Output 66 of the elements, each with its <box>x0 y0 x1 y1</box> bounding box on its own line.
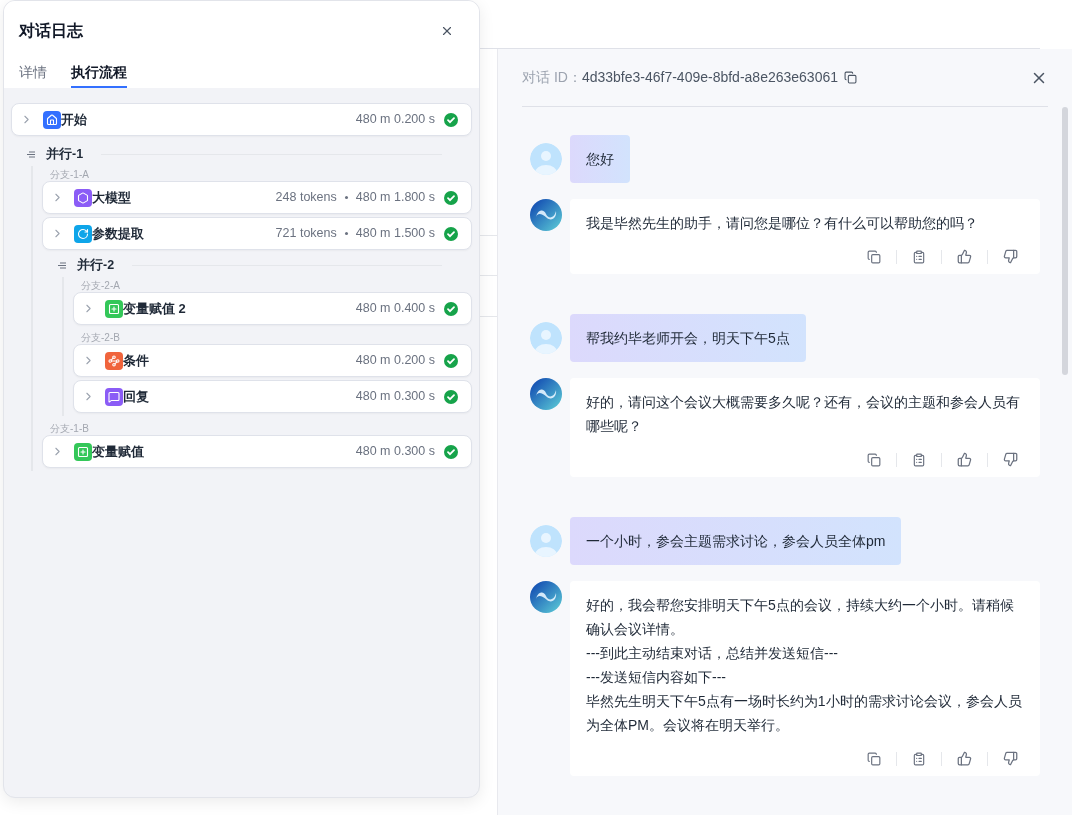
thumbs-up-icon[interactable] <box>957 452 972 467</box>
conversation-id: 4d33bfe3-46f7-409e-8bfd-a8e263e63061 <box>581 68 838 87</box>
assistant-message-text: ---到此主动结束对话，总结并发送短信--- <box>586 644 839 663</box>
flow-node-row[interactable]: 条件 480 m 0.200 s <box>73 344 472 377</box>
node-name: 回复 <box>123 387 149 406</box>
node-stats: 480 m 0.400 s <box>355 300 435 318</box>
clipboard-icon[interactable] <box>912 452 926 467</box>
thumbs-up-icon[interactable] <box>957 249 972 264</box>
thumbs-down-icon[interactable] <box>1003 751 1018 766</box>
thumbs-down-icon[interactable] <box>1003 249 1018 264</box>
assistant-avatar <box>530 581 562 613</box>
node-stats: 480 m 1.800 s <box>355 189 435 207</box>
node-name: 条件 <box>123 351 149 370</box>
flow-node-row[interactable]: 变量赋值 480 m 0.300 s <box>42 435 472 468</box>
id-label: 对话 ID： <box>522 68 582 87</box>
flow-node-row[interactable]: 开始 480 m 0.200 s <box>11 103 472 136</box>
scrollbar-thumb[interactable] <box>1062 107 1068 375</box>
node-name: 参数提取 <box>92 224 144 243</box>
flow-node-row[interactable]: 回复 480 m 0.300 s <box>73 380 472 413</box>
branch-label: 分支-1-A <box>49 169 90 181</box>
node-stats: 480 m 0.300 s <box>355 388 435 406</box>
node-stats: 480 m 1.500 s <box>355 225 435 243</box>
panel-title: 对话日志 <box>19 21 83 41</box>
token-count: 721 tokens <box>275 225 337 243</box>
assistant-message-text: 好的，我会帮您安排明天下午5点的会议，持续大约一个小时。请稍候确认会议详情。 <box>586 596 1015 639</box>
assistant-message-text: 好的，请问这个会议大概需要多久呢？还有，会议的主题和参会人员有哪些呢？ <box>586 393 1021 436</box>
close-icon[interactable] <box>440 24 454 38</box>
parallel-title: 并行-1 <box>46 145 84 163</box>
branch-label: 分支-2-B <box>80 332 121 344</box>
flow-node-row[interactable]: 大模型 248 tokens 480 m 1.800 s <box>42 181 472 214</box>
copy-icon[interactable] <box>867 452 881 467</box>
user-avatar <box>530 322 562 354</box>
user-message-bubble: 一个小时，参会主题需求讨论，参会人员全体pm <box>570 517 902 565</box>
flow-node-row[interactable]: 变量赋值 2 480 m 0.400 s <box>73 292 472 325</box>
node-stats: 480 m 0.200 s <box>355 111 435 129</box>
branch-label: 分支-2-A <box>80 280 121 292</box>
user-avatar <box>530 143 562 175</box>
copy-icon[interactable] <box>844 71 857 84</box>
flow-node-row[interactable]: 参数提取 721 tokens 480 m 1.500 s <box>42 217 472 250</box>
copy-icon[interactable] <box>867 751 881 766</box>
node-name: 变量赋值 2 <box>123 299 186 318</box>
assistant-message-text: 毕然先生明天下午5点有一场时长约为1小时的需求讨论会议，参会人员为全体PM。会议将在明天举行。 <box>586 692 1023 735</box>
node-stats: 480 m 0.200 s <box>355 352 435 370</box>
thumbs-down-icon[interactable] <box>1003 452 1018 467</box>
branch-label: 分支-1-B <box>49 423 90 435</box>
clipboard-icon[interactable] <box>912 249 926 264</box>
parallel-title: 并行-2 <box>77 256 115 274</box>
assistant-message-text: ---发送短信内容如下--- <box>586 668 727 687</box>
thumbs-up-icon[interactable] <box>957 751 972 766</box>
user-message-bubble: 帮我约毕老师开会，明天下午5点 <box>570 314 806 362</box>
parallel-icon <box>27 150 36 158</box>
user-message-bubble: 您好 <box>570 135 630 183</box>
node-name: 变量赋值 <box>92 442 144 461</box>
assistant-avatar <box>530 378 562 410</box>
token-count: 248 tokens <box>275 189 337 207</box>
node-name: 大模型 <box>92 188 131 207</box>
tab[interactable]: 执行流程 <box>71 61 127 88</box>
node-name: 开始 <box>61 110 87 129</box>
clipboard-icon[interactable] <box>912 751 926 766</box>
parallel-icon <box>58 261 67 269</box>
assistant-message-text: 我是毕然先生的助手，请问您是哪位？有什么可以帮助您的吗？ <box>586 214 979 233</box>
copy-icon[interactable] <box>867 249 881 264</box>
tab[interactable]: 详情 <box>19 61 47 88</box>
assistant-avatar <box>530 199 562 231</box>
node-stats: 480 m 0.300 s <box>355 443 435 461</box>
user-avatar <box>530 525 562 557</box>
